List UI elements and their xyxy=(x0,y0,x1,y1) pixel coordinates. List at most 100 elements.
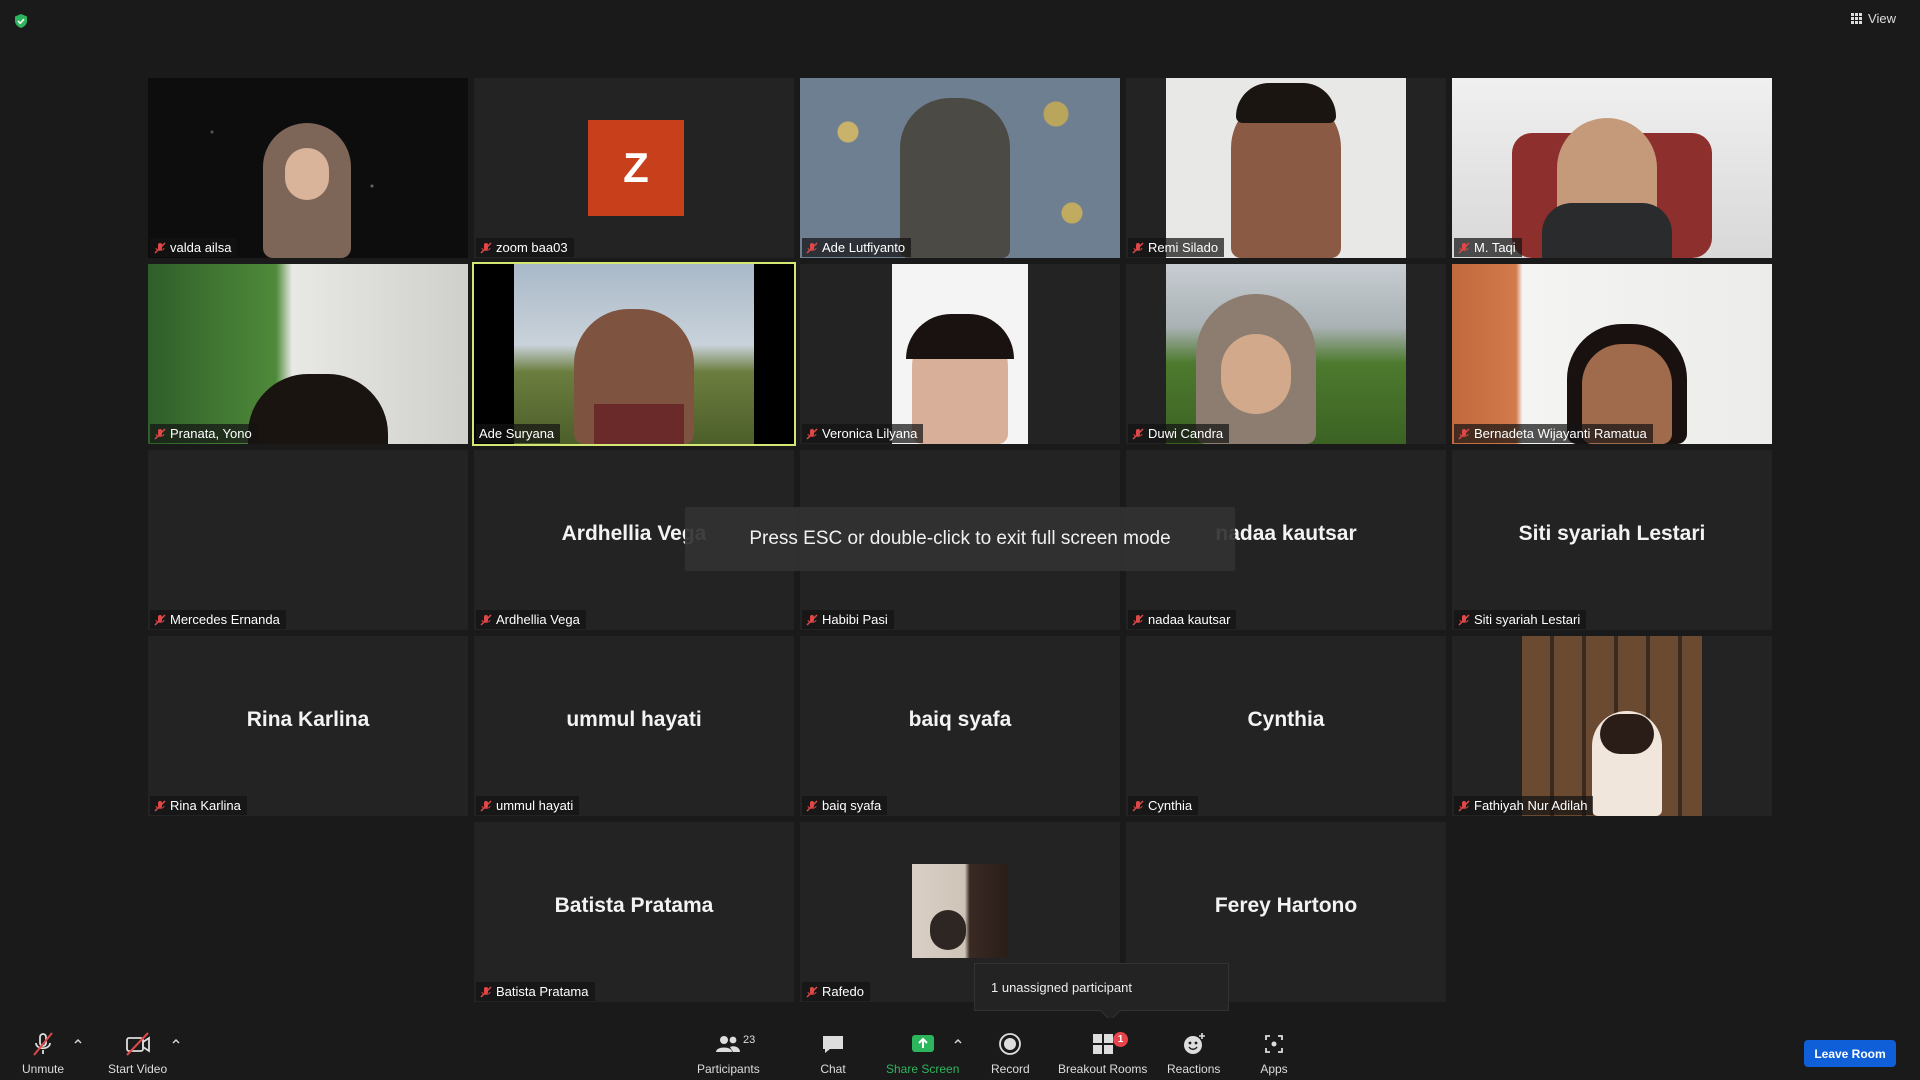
share-screen-icon xyxy=(911,1035,934,1052)
name-tag: Ade Suryana xyxy=(476,424,561,443)
video-tile[interactable]: Rina Karlina Rina Karlina xyxy=(148,636,468,816)
share-options-chevron-icon[interactable] xyxy=(953,1036,963,1046)
video-tile[interactable]: Batista Pratama Batista Pratama xyxy=(474,822,794,1002)
participant-name: valda ailsa xyxy=(170,240,232,255)
name-tag: Pranata, Yono xyxy=(150,424,258,443)
share-screen-button[interactable]: Share Screen xyxy=(886,1030,959,1076)
start-video-button[interactable]: Start Video xyxy=(108,1030,167,1076)
video-tile[interactable]: Bernadeta Wijayanti Ramatua xyxy=(1452,264,1772,444)
name-tag: Veronica Lilyana xyxy=(802,424,924,443)
name-tag: valda ailsa xyxy=(150,238,238,257)
video-tile[interactable]: Mercedes Ernanda xyxy=(148,450,468,630)
breakout-unassigned-popup[interactable]: 1 unassigned participant xyxy=(974,963,1229,1011)
participant-name: nadaa kautsar xyxy=(1148,612,1231,627)
mic-muted-icon xyxy=(806,799,818,812)
record-label: Record xyxy=(991,1062,1030,1076)
mic-muted-icon xyxy=(154,427,166,440)
video-tile[interactable]: baiq syafa baiq syafa xyxy=(800,636,1120,816)
video-options-chevron-icon[interactable] xyxy=(171,1036,181,1046)
mic-muted-icon xyxy=(1132,799,1144,812)
mic-muted-icon xyxy=(806,241,818,254)
name-tag: Fathiyah Nur Adilah xyxy=(1454,796,1594,815)
mic-muted-icon xyxy=(1132,613,1144,626)
participant-name: Rafedo xyxy=(822,984,864,999)
participant-name: zoom baa03 xyxy=(496,240,568,255)
mic-muted-icon xyxy=(1458,427,1470,440)
reactions-label: Reactions xyxy=(1167,1062,1221,1076)
mic-muted-icon xyxy=(1458,241,1470,254)
participant-display-name: Rina Karlina xyxy=(246,708,370,731)
leave-room-button[interactable]: Leave Room xyxy=(1804,1040,1896,1067)
participant-hair xyxy=(1236,83,1336,123)
reactions-button[interactable]: Reactions xyxy=(1167,1030,1220,1076)
video-tile[interactable]: ummul hayati ummul hayati xyxy=(474,636,794,816)
apps-button[interactable]: Apps xyxy=(1260,1030,1288,1076)
participant-name: Ade Suryana xyxy=(479,426,555,441)
chat-button[interactable]: Chat xyxy=(819,1030,847,1076)
video-tile[interactable]: Duwi Candra xyxy=(1126,264,1446,444)
video-tile[interactable]: Veronica Lilyana xyxy=(800,264,1120,444)
participant-name: Fathiyah Nur Adilah xyxy=(1474,798,1588,813)
name-tag: Duwi Candra xyxy=(1128,424,1230,443)
chat-label: Chat xyxy=(820,1062,846,1076)
name-tag: Mercedes Ernanda xyxy=(150,610,286,629)
breakout-rooms-button[interactable]: Breakout Rooms xyxy=(1058,1030,1147,1076)
mic-muted-icon xyxy=(154,613,166,626)
mic-muted-icon xyxy=(806,427,818,440)
video-tile[interactable]: Fathiyah Nur Adilah xyxy=(1452,636,1772,816)
name-tag: Rina Karlina xyxy=(150,796,247,815)
mic-muted-icon xyxy=(1458,613,1470,626)
participant-shirt xyxy=(594,404,684,444)
participants-label: Participants xyxy=(697,1062,760,1076)
video-off-icon xyxy=(125,1032,150,1056)
participant-display-name: baiq syafa xyxy=(908,708,1012,731)
reactions-icon xyxy=(1183,1033,1205,1054)
encryption-shield-icon[interactable] xyxy=(13,13,29,29)
breakout-notification-badge: 1 xyxy=(1113,1032,1128,1047)
mic-muted-icon xyxy=(33,1032,53,1056)
meeting-toolbar: Unmute Start Video Participants 23 Chat … xyxy=(0,1018,1920,1080)
chat-icon xyxy=(823,1036,843,1053)
video-tile[interactable]: Pranata, Yono xyxy=(148,264,468,444)
video-tile[interactable]: valda ailsa xyxy=(148,78,468,258)
apps-icon xyxy=(1265,1035,1283,1053)
grid-view-icon xyxy=(1851,13,1863,24)
avatar: Z xyxy=(588,120,684,216)
participant-name: Mercedes Ernanda xyxy=(170,612,280,627)
mic-muted-icon xyxy=(1132,241,1144,254)
video-tile[interactable]: M. Taqi xyxy=(1452,78,1772,258)
view-button[interactable]: View xyxy=(1851,11,1896,26)
unmute-label: Unmute xyxy=(22,1062,65,1076)
name-tag: ummul hayati xyxy=(476,796,580,815)
fullscreen-exit-toast: Press ESC or double-click to exit full s… xyxy=(685,507,1235,571)
participant-hair xyxy=(1600,714,1654,754)
active-speaker-tile[interactable]: Ade Suryana xyxy=(472,262,796,446)
audio-options-chevron-icon[interactable] xyxy=(73,1036,83,1046)
breakout-rooms-icon xyxy=(1092,1034,1113,1054)
video-tile[interactable]: Z zoom baa03 xyxy=(474,78,794,258)
name-tag: Ardhellia Vega xyxy=(476,610,586,629)
participant-name: Batista Pratama xyxy=(496,984,589,999)
mic-muted-icon xyxy=(1132,427,1144,440)
video-tile[interactable]: Siti syariah Lestari Siti syariah Lestar… xyxy=(1452,450,1772,630)
name-tag: Batista Pratama xyxy=(476,982,595,1001)
breakout-rooms-label: Breakout Rooms xyxy=(1058,1062,1148,1076)
participant-display-name: ummul hayati xyxy=(566,708,702,731)
participant-name: Cynthia xyxy=(1148,798,1193,813)
participant-shirt xyxy=(1542,203,1672,258)
mic-muted-icon xyxy=(806,985,818,998)
video-tile[interactable]: Ade Lutfiyanto xyxy=(800,78,1120,258)
video-tile[interactable]: Remi Silado xyxy=(1126,78,1446,258)
name-tag: Rafedo xyxy=(802,982,870,1001)
record-button[interactable]: Record xyxy=(991,1030,1030,1076)
name-tag: baiq syafa xyxy=(802,796,888,815)
name-tag: M. Taqi xyxy=(1454,238,1522,257)
unmute-button[interactable]: Unmute xyxy=(22,1030,64,1076)
mic-muted-icon xyxy=(480,985,492,998)
name-tag: Bernadeta Wijayanti Ramatua xyxy=(1454,424,1653,443)
participant-display-name: Cynthia xyxy=(1247,708,1325,731)
mic-muted-icon xyxy=(806,613,818,626)
name-tag: Habibi Pasi xyxy=(802,610,894,629)
participants-icon xyxy=(716,1036,741,1052)
video-tile[interactable]: Cynthia Cynthia xyxy=(1126,636,1446,816)
